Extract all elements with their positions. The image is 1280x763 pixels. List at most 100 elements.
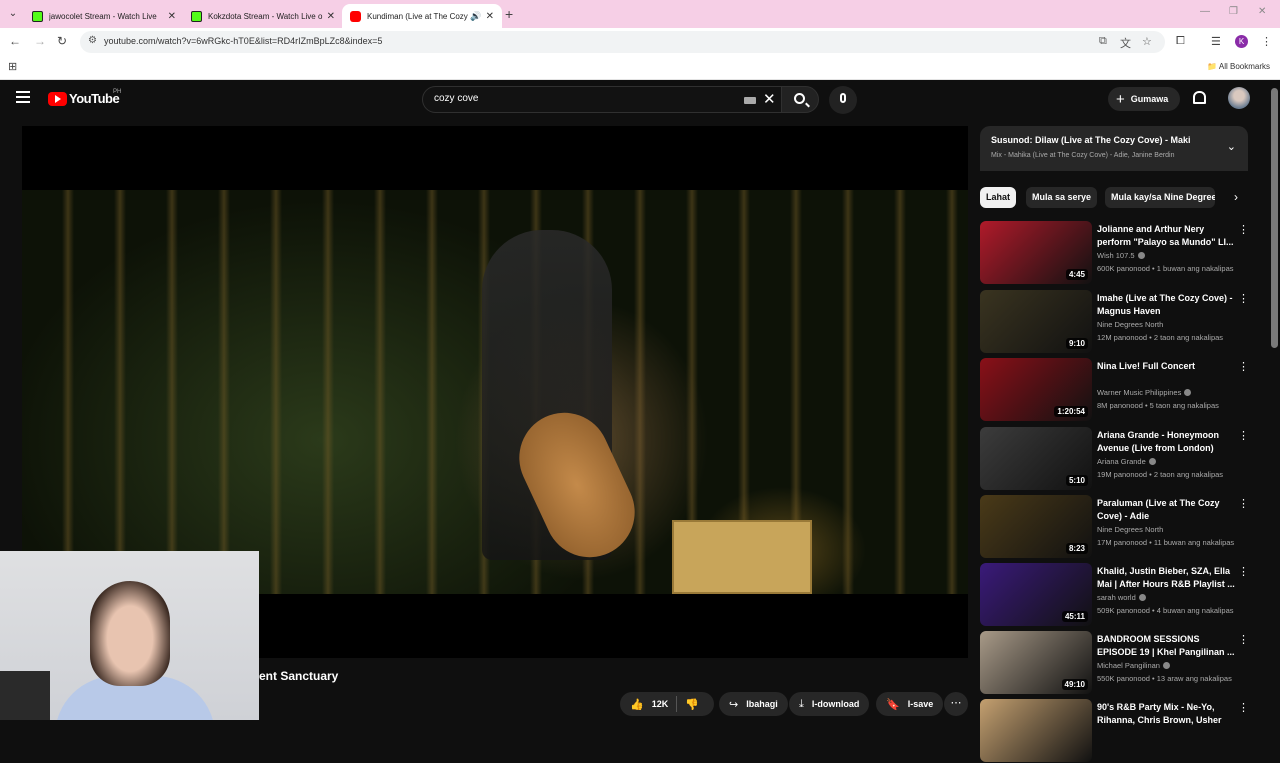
recommendation-item[interactable]: 1:20:54 Nina Live! Full Concert Warner Mus… bbox=[980, 358, 1250, 422]
more-options-icon[interactable]: ⋮ bbox=[1238, 701, 1249, 714]
video-thumbnail[interactable]: 9:10 bbox=[980, 290, 1092, 353]
recommendation-title[interactable]: Ariana Grande - Honeymoon Avenue (Live f… bbox=[1097, 429, 1235, 455]
filter-chips: Lahat Mula sa serye Mula kay/sa Nine Deg… bbox=[980, 187, 1248, 209]
voice-search-button[interactable] bbox=[829, 86, 857, 114]
youtube-logo-icon[interactable] bbox=[48, 92, 67, 106]
forward-icon[interactable]: → bbox=[34, 34, 46, 48]
youtube-logo-text[interactable]: YouTube bbox=[69, 91, 120, 106]
video-thumbnail[interactable]: 45:11 bbox=[980, 563, 1092, 626]
recommendation-title[interactable]: BANDROOM SESSIONS EPISODE 19 | Khel Pang… bbox=[1097, 633, 1235, 659]
close-tab-icon[interactable]: ✕ bbox=[486, 11, 494, 22]
video-thumbnail[interactable]: 1:20:54 bbox=[980, 358, 1092, 421]
like-button[interactable]: 👍 12K bbox=[620, 696, 678, 712]
more-options-icon[interactable]: ⋮ bbox=[1238, 497, 1249, 510]
recommendation-title[interactable]: Khalid, Justin Bieber, SZA, Ella Mai | A… bbox=[1097, 565, 1235, 591]
tab-search-chevron-icon[interactable]: ⌄ bbox=[4, 5, 22, 23]
create-button[interactable]: + Gumawa bbox=[1108, 87, 1180, 111]
new-tab-button[interactable]: + bbox=[505, 6, 513, 22]
all-bookmarks-button[interactable]: 📁 All Bookmarks bbox=[1207, 62, 1270, 71]
share-label: Ibahagi bbox=[746, 699, 778, 709]
recommendation-item[interactable]: 8:23 Paraluman (Live at The Cozy Cove) - … bbox=[980, 495, 1250, 559]
more-options-icon[interactable]: ⋮ bbox=[1238, 565, 1249, 578]
channel-name[interactable]: Nine Degrees North bbox=[1097, 320, 1163, 329]
search-button[interactable] bbox=[781, 86, 819, 113]
close-tab-icon[interactable]: ✕ bbox=[168, 11, 176, 22]
save-button[interactable]: 🔖 I-save bbox=[876, 692, 944, 716]
more-options-icon[interactable]: ⋮ bbox=[1238, 223, 1249, 236]
address-bar[interactable]: ⚙ youtube.com/watch?v=6wRGkc-hT0E&list=R… bbox=[80, 31, 1165, 53]
browser-tab-2[interactable]: Kokzdota Stream - Watch Live o ✕ bbox=[183, 4, 343, 28]
media-controls-icon[interactable]: ☰ bbox=[1211, 35, 1221, 48]
page-scrollbar[interactable] bbox=[1271, 88, 1278, 348]
browser-tab-3-active[interactable]: Kundiman (Live at The Cozy Cove) 🔊 ✕ bbox=[342, 4, 502, 28]
video-thumbnail[interactable]: 4:45 bbox=[980, 221, 1092, 284]
recommendation-title[interactable]: Imahe (Live at The Cozy Cove) - Magnus H… bbox=[1097, 292, 1235, 318]
verified-check-icon bbox=[1184, 389, 1192, 396]
channel-name[interactable]: Ariana Grande bbox=[1097, 457, 1156, 466]
channel-label: Wish 107.5 bbox=[1097, 251, 1135, 260]
browser-tab-1[interactable]: jawocolet Stream - Watch Live ✕ bbox=[24, 4, 184, 28]
recommendation-item[interactable]: 9:10 Imahe (Live at The Cozy Cove) - Magn… bbox=[980, 290, 1250, 354]
video-thumbnail[interactable]: 8:23 bbox=[980, 495, 1092, 558]
extensions-icon[interactable]: ⧠ bbox=[1176, 35, 1185, 48]
close-tab-icon[interactable]: ✕ bbox=[327, 11, 335, 22]
duration-badge: 49:10 bbox=[1061, 679, 1088, 690]
minimize-icon[interactable]: — bbox=[1200, 6, 1210, 17]
channel-name[interactable]: Warner Music Philippines bbox=[1097, 388, 1192, 397]
more-options-icon[interactable]: ⋮ bbox=[1238, 360, 1249, 373]
video-title: ent Sanctuary bbox=[259, 669, 339, 683]
video-thumbnail[interactable]: 49:10 bbox=[980, 631, 1092, 694]
chip-from-channel[interactable]: Mula kay/sa Nine Degrees North bbox=[1105, 187, 1215, 208]
recommendation-title[interactable]: Paraluman (Live at The Cozy Cove) - Adie bbox=[1097, 497, 1235, 523]
more-options-icon[interactable]: ⋮ bbox=[1238, 292, 1249, 305]
channel-name[interactable]: sarah world bbox=[1097, 593, 1146, 602]
chip-from-series[interactable]: Mula sa serye bbox=[1026, 187, 1098, 208]
recommendation-item[interactable]: 49:10 BANDROOM SESSIONS EPISODE 19 | Khel… bbox=[980, 631, 1250, 695]
dislike-button[interactable]: 👎 bbox=[677, 698, 699, 711]
more-options-icon[interactable]: ⋮ bbox=[1238, 429, 1249, 442]
recommendation-item[interactable]: 5:10 Ariana Grande - Honeymoon Avenue (Li… bbox=[980, 427, 1250, 491]
channel-name[interactable]: Michael Pangilinan bbox=[1097, 661, 1170, 670]
hamburger-menu-icon[interactable] bbox=[16, 91, 30, 103]
chevron-down-icon[interactable]: ⌄ bbox=[1227, 140, 1236, 153]
speaker-icon[interactable]: 🔊 bbox=[470, 11, 481, 22]
video-thumbnail[interactable] bbox=[980, 699, 1092, 762]
recommendation-title[interactable]: Nina Live! Full Concert bbox=[1097, 360, 1235, 373]
translate-icon[interactable]: 文 bbox=[1120, 35, 1131, 51]
close-window-icon[interactable]: ✕ bbox=[1258, 6, 1266, 17]
chevron-right-icon[interactable]: › bbox=[1234, 190, 1238, 204]
recommendation-title[interactable]: 90's R&B Party Mix - Ne-Yo, Rihanna, Chr… bbox=[1097, 701, 1235, 727]
duration-badge: 8:23 bbox=[1065, 543, 1088, 554]
share-button[interactable]: ↪ Ibahagi bbox=[719, 692, 788, 716]
recommendation-title[interactable]: Jolianne and Arthur Nery perform "Palayo… bbox=[1097, 223, 1235, 249]
channel-name[interactable]: Nine Degrees North bbox=[1097, 525, 1163, 534]
notifications-bell-icon[interactable] bbox=[1193, 91, 1206, 104]
bookmark-star-icon[interactable]: ☆ bbox=[1142, 35, 1152, 48]
site-info-icon[interactable]: ⚙ bbox=[88, 35, 97, 46]
chip-all[interactable]: Lahat bbox=[980, 187, 1017, 208]
chrome-menu-icon[interactable]: ⋮ bbox=[1261, 35, 1272, 48]
video-frame bbox=[22, 190, 968, 594]
tab-title: jawocolet Stream - Watch Live bbox=[49, 11, 157, 21]
view-meta: 17M panonood • 11 buwan ang nakalipas bbox=[1097, 538, 1235, 547]
search-input[interactable]: cozy cove ✕ bbox=[422, 86, 782, 113]
keyboard-icon[interactable] bbox=[744, 97, 756, 104]
download-button[interactable]: ⤓ I-download bbox=[789, 692, 870, 716]
recommendation-item[interactable]: 45:11 Khalid, Justin Bieber, SZA, Ella Ma… bbox=[980, 563, 1250, 627]
video-thumbnail[interactable]: 5:10 bbox=[980, 427, 1092, 490]
channel-name[interactable]: Wish 107.5 bbox=[1097, 251, 1145, 260]
more-actions-icon[interactable]: ⋯ bbox=[944, 692, 968, 716]
save-label: I-save bbox=[907, 699, 934, 709]
clear-search-icon[interactable]: ✕ bbox=[763, 90, 776, 108]
maximize-icon[interactable]: ❐ bbox=[1229, 6, 1238, 17]
recommendation-item[interactable]: 4:45 Jolianne and Arthur Nery perform "Pa… bbox=[980, 221, 1250, 285]
apps-grid-icon[interactable]: ⊞ bbox=[8, 60, 17, 73]
reload-icon[interactable]: ↻ bbox=[57, 34, 67, 48]
cast-icon[interactable]: ⧉ bbox=[1099, 35, 1107, 48]
profile-avatar[interactable]: K bbox=[1235, 35, 1248, 48]
back-icon[interactable]: ← bbox=[9, 34, 21, 48]
more-options-icon[interactable]: ⋮ bbox=[1238, 633, 1249, 646]
account-avatar[interactable] bbox=[1228, 87, 1250, 109]
recommendation-item[interactable]: 90's R&B Party Mix - Ne-Yo, Rihanna, Chr… bbox=[980, 699, 1250, 763]
up-next-panel[interactable]: Susunod: Dilaw (Live at The Cozy Cove) -… bbox=[980, 126, 1248, 171]
